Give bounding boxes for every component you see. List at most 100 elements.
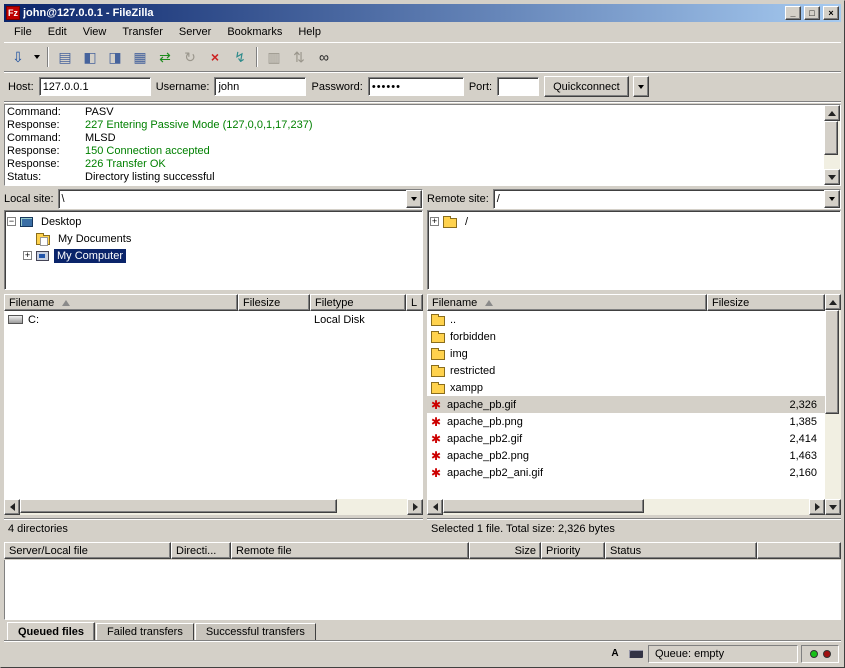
local-site-row: Local site: \ — [4, 188, 423, 210]
column-header-filesize[interactable]: Filesize — [238, 294, 310, 311]
close-button[interactable]: × — [823, 6, 839, 20]
scroll-left-icon[interactable] — [427, 499, 443, 515]
synchronized-browsing-icon: ⇅ — [287, 46, 311, 69]
column-header-filename[interactable]: Filename — [4, 294, 238, 311]
tab-successful-transfers[interactable]: Successful transfers — [195, 623, 316, 640]
menu-edit[interactable]: Edit — [40, 23, 75, 41]
toggle-queue-icon[interactable]: ▦ — [128, 46, 152, 69]
desktop-icon — [20, 217, 33, 227]
folder-icon — [443, 218, 457, 228]
file-row[interactable]: xampp — [427, 379, 825, 396]
file-row-c-drive[interactable]: C: Local Disk — [4, 311, 423, 328]
tree-item-root[interactable]: + / — [430, 213, 838, 230]
column-header-remote-file[interactable]: Remote file — [231, 542, 469, 559]
app-logo-text: Fz — [8, 8, 18, 18]
scroll-left-icon[interactable] — [4, 499, 20, 515]
image-file-icon: ✱ — [431, 399, 447, 411]
scroll-thumb[interactable] — [824, 121, 838, 155]
column-header-lastmodified[interactable]: L — [406, 294, 423, 311]
file-row[interactable]: ✱apache_pb2_ani.gif 2,160 — [427, 464, 825, 481]
site-manager-dropdown-icon[interactable] — [31, 46, 43, 69]
file-row[interactable]: ✱apache_pb2.png 1,463 — [427, 447, 825, 464]
disconnect-icon[interactable]: ↯ — [228, 46, 252, 69]
combo-dropdown-icon[interactable] — [824, 190, 840, 208]
remote-pane: Remote site: / + / Filename Filesize — [427, 188, 841, 538]
tree-item-my-computer[interactable]: + My Computer — [23, 247, 420, 264]
site-manager-icon[interactable]: ⇩ — [6, 46, 30, 69]
abort-icon[interactable]: × — [203, 46, 227, 69]
local-site-value[interactable]: \ — [59, 190, 406, 208]
file-row-selected[interactable]: ✱apache_pb.gif 2,326 — [427, 396, 825, 413]
host-input[interactable] — [39, 77, 151, 96]
keyboard-icon[interactable] — [627, 646, 645, 662]
combo-dropdown-icon[interactable] — [406, 190, 422, 208]
column-header-direction[interactable]: Directi... — [171, 542, 231, 559]
host-label: Host: — [8, 81, 34, 93]
menu-file[interactable]: File — [6, 23, 40, 41]
window-title: john@127.0.0.1 - FileZilla — [23, 7, 782, 19]
remote-site-combo[interactable]: / — [493, 189, 841, 209]
folder-icon — [431, 384, 445, 394]
username-input[interactable] — [214, 77, 306, 96]
titlebar[interactable]: Fz john@127.0.0.1 - FileZilla _ □ × — [4, 4, 841, 22]
activity-led-red-icon — [823, 650, 831, 658]
column-header-filesize[interactable]: Filesize — [707, 294, 825, 311]
password-input[interactable] — [368, 77, 464, 96]
documents-folder-icon — [36, 235, 50, 245]
scroll-right-icon[interactable] — [809, 499, 825, 515]
scroll-down-icon[interactable] — [825, 499, 841, 515]
scroll-thumb[interactable] — [825, 310, 839, 414]
quickconnect-button[interactable]: Quickconnect — [544, 76, 629, 97]
file-row[interactable]: restricted — [427, 362, 825, 379]
menu-server[interactable]: Server — [171, 23, 219, 41]
column-header-status[interactable]: Status — [605, 542, 757, 559]
menu-view[interactable]: View — [75, 23, 115, 41]
remote-site-value[interactable]: / — [494, 190, 824, 208]
port-input[interactable] — [497, 77, 539, 96]
tree-item-desktop[interactable]: − Desktop — [7, 213, 420, 230]
file-row[interactable]: forbidden — [427, 328, 825, 345]
menu-help[interactable]: Help — [290, 23, 329, 41]
find-files-icon[interactable]: ∞ — [312, 46, 336, 69]
scroll-thumb[interactable] — [20, 499, 337, 513]
local-site-combo[interactable]: \ — [58, 189, 423, 209]
expand-icon[interactable]: + — [23, 251, 32, 260]
column-header-server-local-file[interactable]: Server/Local file — [4, 542, 171, 559]
tab-queued-files[interactable]: Queued files — [7, 622, 95, 640]
toggle-log-icon[interactable]: ▤ — [53, 46, 77, 69]
remote-vertical-scrollbar[interactable] — [825, 294, 841, 515]
column-header-filename[interactable]: Filename — [427, 294, 707, 311]
column-header-priority[interactable]: Priority — [541, 542, 605, 559]
toggle-local-tree-icon[interactable]: ◧ — [78, 46, 102, 69]
log-line: Response:227 Entering Passive Mode (127,… — [7, 119, 822, 132]
local-horizontal-scrollbar[interactable] — [4, 499, 423, 515]
expand-icon[interactable]: + — [430, 217, 439, 226]
scroll-right-icon[interactable] — [407, 499, 423, 515]
scroll-thumb[interactable] — [443, 499, 644, 513]
file-row[interactable]: img — [427, 345, 825, 362]
tree-item-my-documents[interactable]: My Documents — [23, 230, 420, 247]
scroll-up-icon[interactable] — [824, 105, 840, 121]
column-header-size[interactable]: Size — [469, 542, 541, 559]
menu-bookmarks[interactable]: Bookmarks — [219, 23, 290, 41]
collapse-icon[interactable]: − — [7, 217, 16, 226]
quickconnect-dropdown-icon[interactable] — [633, 76, 649, 97]
remote-horizontal-scrollbar[interactable] — [427, 499, 825, 515]
file-row[interactable]: ✱apache_pb2.gif 2,414 — [427, 430, 825, 447]
scroll-down-icon[interactable] — [824, 169, 840, 185]
toggle-remote-tree-icon[interactable]: ◨ — [103, 46, 127, 69]
tab-failed-transfers[interactable]: Failed transfers — [96, 623, 194, 640]
file-row[interactable]: ✱apache_pb.png 1,385 — [427, 413, 825, 430]
refresh-icon[interactable]: ⇄ — [153, 46, 177, 69]
activity-indicators — [801, 645, 839, 663]
remote-file-list: Filename Filesize .. forbidden — [427, 294, 841, 515]
scroll-up-icon[interactable] — [825, 294, 841, 310]
transfer-mode-icon[interactable]: A — [606, 646, 624, 662]
minimize-button[interactable]: _ — [785, 6, 801, 20]
column-header-filetype[interactable]: Filetype — [310, 294, 406, 311]
log-scrollbar[interactable] — [824, 105, 840, 185]
menu-transfer[interactable]: Transfer — [114, 23, 171, 41]
remote-status-text: Selected 1 file. Total size: 2,326 bytes — [427, 518, 841, 538]
file-row[interactable]: .. — [427, 311, 825, 328]
maximize-button[interactable]: □ — [804, 6, 820, 20]
